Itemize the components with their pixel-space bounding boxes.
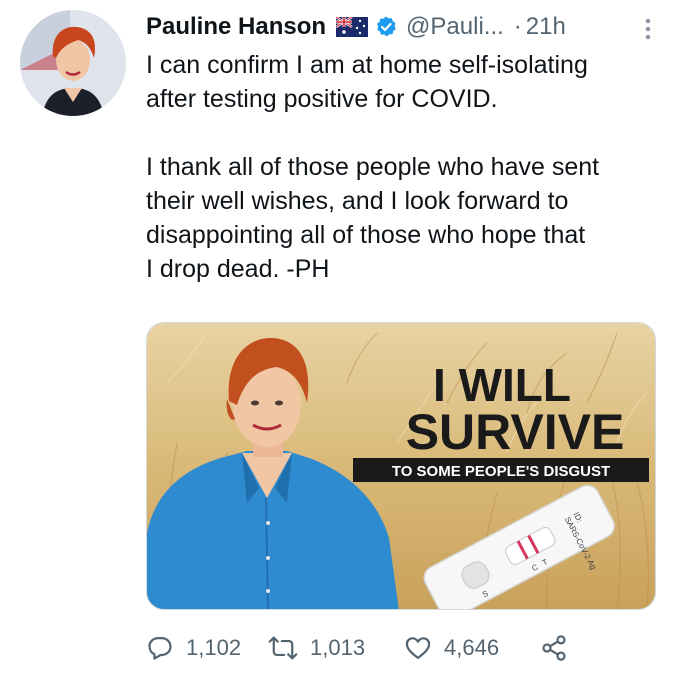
tweet-line: their well wishes, and I look forward to (146, 187, 569, 215)
reply-icon (148, 636, 172, 660)
tweet-line: I drop dead. -PH (146, 255, 330, 283)
avatar-image (20, 10, 126, 116)
retweet-count: 1,013 (310, 635, 366, 660)
reply-button[interactable]: 1,102 (146, 634, 268, 662)
tweet-line: I thank all of those people who have sen… (146, 153, 600, 181)
retweet-button[interactable]: 1,013 (268, 634, 404, 662)
tweet-line: disappointing all of those who hope that (146, 221, 586, 249)
tweet-line: I can confirm I am at home self-isolatin… (146, 51, 588, 79)
tweet-line: after testing positive for COVID. (146, 85, 498, 113)
author-name[interactable]: Pauline Hanson (146, 13, 326, 41)
share-button[interactable] (540, 634, 580, 662)
avatar[interactable] (20, 10, 126, 116)
banner-text: TO SOME PEOPLE'S DISGUST (392, 463, 610, 480)
australian-flag-icon (336, 17, 369, 37)
tweet-timestamp[interactable]: 21h (526, 13, 566, 41)
more-options-icon[interactable] (645, 18, 651, 45)
reply-count: 1,102 (186, 635, 242, 660)
like-button[interactable]: 4,646 (404, 634, 540, 662)
tweet-header: Pauline Hanson @Pauli... · 21h (146, 10, 666, 44)
media-image: I WILL SURVIVE TO SOME PEOPLE'S DISGUST … (147, 323, 655, 609)
separator-dot: · (513, 13, 522, 40)
verified-badge-icon (374, 15, 398, 39)
tweet-media[interactable]: I WILL SURVIVE TO SOME PEOPLE'S DISGUST … (146, 322, 656, 610)
like-count: 4,646 (444, 635, 500, 660)
author-handle[interactable]: @Pauli... (406, 13, 504, 41)
tweet-text: I can confirm I am at home self-isolatin… (146, 48, 666, 286)
tweet-actions: 1,102 1,013 4,646 (146, 628, 646, 668)
retweet-icon (268, 636, 298, 660)
headline-line2: SURVIVE (406, 404, 625, 460)
heart-icon (405, 637, 431, 660)
share-icon (542, 635, 566, 661)
